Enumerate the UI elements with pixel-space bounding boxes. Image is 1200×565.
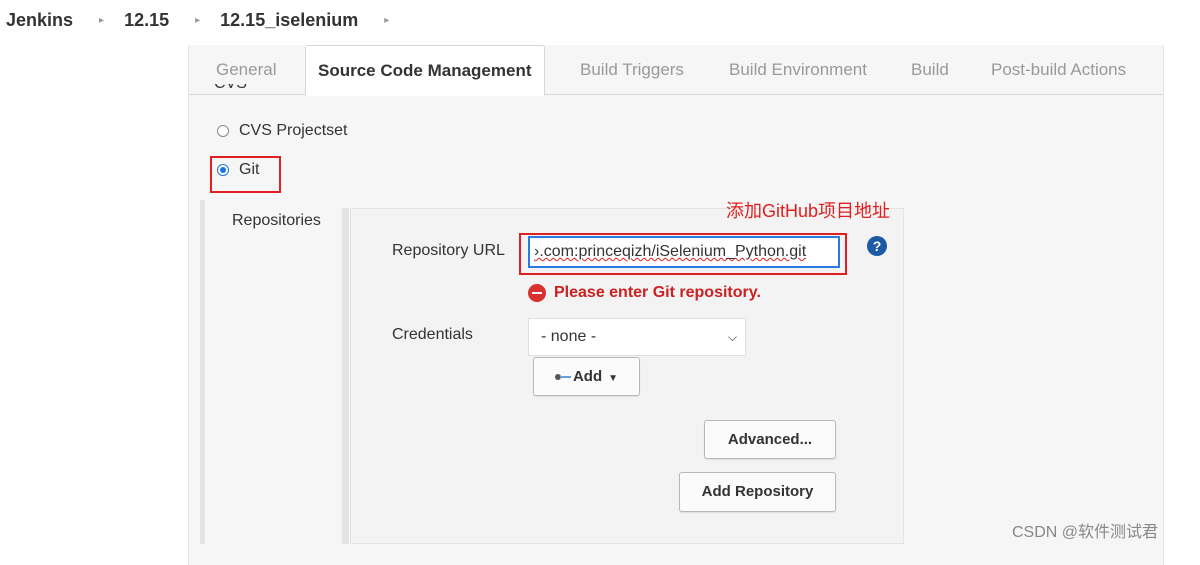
repository-url-input[interactable]: ›.com:princeqizh/iSelenium_Python.git <box>528 236 840 268</box>
watermark: CSDN @软件测试君 <box>1012 524 1159 541</box>
error-minus-icon <box>528 284 546 302</box>
credentials-selected-value: - none - <box>541 328 597 345</box>
repositories-label: Repositories <box>232 212 321 229</box>
radio-button[interactable] <box>217 125 229 137</box>
scm-option-label: Git <box>239 161 260 178</box>
section-indent-bar <box>200 200 205 544</box>
add-button-label: Add <box>572 368 603 385</box>
tab-build-triggers[interactable]: Build Triggers <box>580 45 684 94</box>
scm-option-git[interactable]: Git <box>217 161 259 179</box>
advanced-button[interactable]: Advanced... <box>704 420 836 459</box>
breadcrumb-separator-icon[interactable]: ▸ <box>384 15 389 26</box>
repository-url-label: Repository URL <box>392 242 505 259</box>
breadcrumb-separator-icon[interactable]: ▸ <box>99 15 104 26</box>
tab-post-build-actions[interactable]: Post-build Actions <box>991 45 1126 94</box>
tab-source-code-management[interactable]: Source Code Management <box>305 45 545 96</box>
repository-url-value: ›.com:princeqizh/iSelenium_Python.git <box>534 243 807 260</box>
scm-option-cvs-label: CVS <box>214 84 247 94</box>
tab-build-environment[interactable]: Build Environment <box>729 45 867 94</box>
url-error-message: Please enter Git repository. <box>528 284 761 302</box>
error-text: Please enter Git repository. <box>554 284 761 301</box>
breadcrumb-jenkins[interactable]: Jenkins <box>6 10 73 31</box>
config-tabs: General Source Code Management Build Tri… <box>189 45 1163 96</box>
annotation-text: 添加GitHub项目地址 <box>726 201 891 221</box>
scm-option-cvs-projectset[interactable]: CVS Projectset <box>217 122 347 140</box>
radio-button-selected[interactable] <box>217 164 229 176</box>
credentials-label: Credentials <box>392 326 473 343</box>
add-credentials-button[interactable]: Add ▼ <box>533 357 640 396</box>
scm-option-label: CVS Projectset <box>239 122 348 139</box>
breadcrumb-folder[interactable]: 12.15 <box>124 10 169 31</box>
question-circle-icon[interactable]: ? <box>867 236 887 256</box>
credentials-select[interactable]: - none - ⌵ <box>528 318 746 356</box>
breadcrumb-separator-icon[interactable]: ▸ <box>195 15 200 26</box>
add-repository-button[interactable]: Add Repository <box>679 472 836 512</box>
key-icon <box>554 374 571 381</box>
repository-indent-bar <box>342 208 349 544</box>
breadcrumb-job[interactable]: 12.15_iselenium <box>220 10 358 31</box>
chevron-down-icon: ⌵ <box>727 330 737 344</box>
tab-build[interactable]: Build <box>911 45 949 94</box>
caret-down-icon: ▼ <box>608 373 619 384</box>
breadcrumb: Jenkins ▸ 12.15 ▸ 12.15_iselenium ▸ <box>0 0 1200 40</box>
